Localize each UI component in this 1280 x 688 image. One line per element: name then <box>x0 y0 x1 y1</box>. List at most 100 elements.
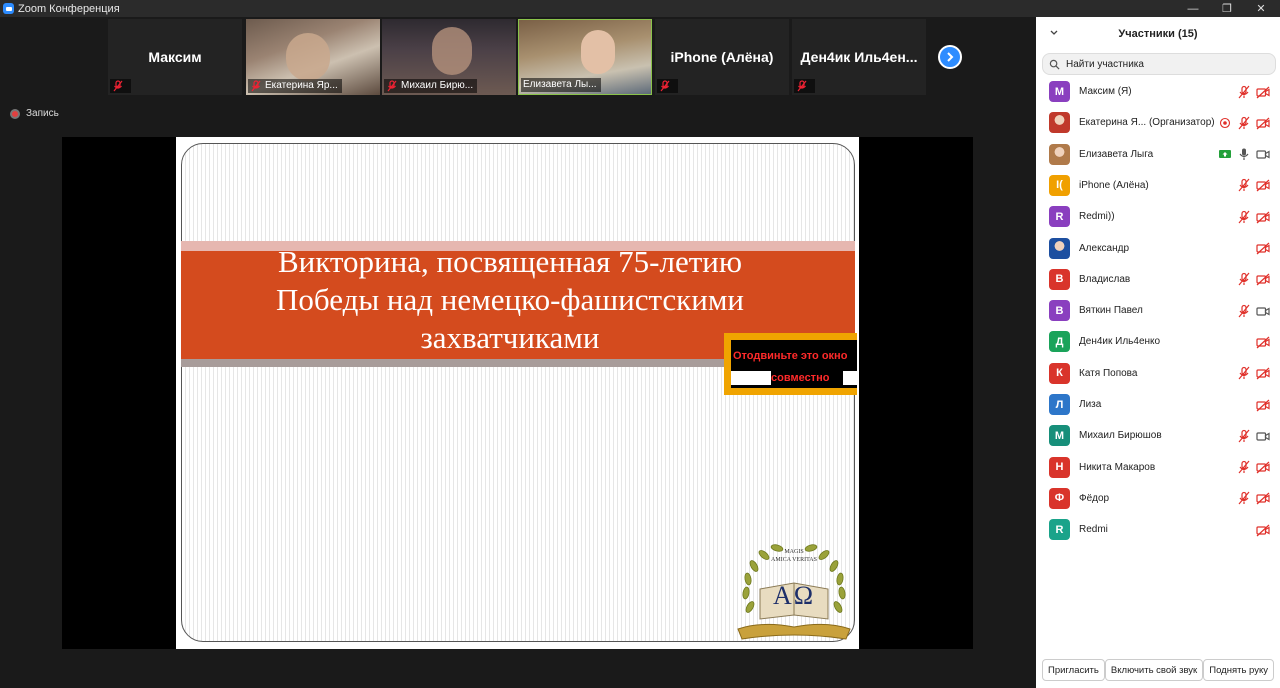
camera-off-icon <box>1256 210 1270 224</box>
mic-muted-icon <box>1237 366 1251 380</box>
avatar: Л <box>1049 394 1070 415</box>
participant-name: Александр <box>1079 242 1130 254</box>
avatar: Н <box>1049 456 1070 478</box>
avatar: М <box>1049 81 1070 102</box>
participant-name: Лиза <box>1079 399 1102 410</box>
screen-share-view: Викторина, посвященная 75-летию Победы н… <box>62 137 973 649</box>
camera-off-icon <box>1256 491 1270 505</box>
participant-row[interactable]: В Владислав <box>1036 264 1280 295</box>
chevron-down-icon[interactable] <box>1048 27 1060 39</box>
camera-off-icon <box>1256 272 1270 286</box>
chevron-right-icon <box>947 52 954 62</box>
mic-muted-icon <box>1237 429 1251 443</box>
participant-name: Никита Макаров <box>1079 461 1156 473</box>
participant-name: Вяткин Павел <box>1079 305 1143 317</box>
record-icon <box>10 108 20 119</box>
camera-icon <box>1256 429 1270 443</box>
participant-name: Фёдор <box>1079 492 1110 504</box>
camera-icon <box>1256 147 1270 161</box>
tile-name: Ден4ик Иль4ен... <box>800 49 918 65</box>
search-icon <box>1049 59 1060 70</box>
mic-muted-icon <box>1237 116 1251 130</box>
participant-row[interactable]: Д Ден4ик Иль4енко <box>1036 326 1280 357</box>
avatar: К <box>1049 362 1070 384</box>
avatar: Д <box>1049 331 1070 353</box>
mic-muted-icon <box>1237 460 1251 474</box>
video-tile-iphone[interactable]: iPhone (Алёна) <box>655 19 789 95</box>
tile-name: Максим <box>148 49 202 65</box>
participant-row[interactable]: М Максим (Я) <box>1036 76 1280 107</box>
avatar: В <box>1049 300 1070 322</box>
participant-row[interactable]: К Катя Попова <box>1036 358 1280 389</box>
participant-video <box>286 33 330 81</box>
participant-video <box>581 30 615 74</box>
participant-name: Екатерина Я... (Организатор) <box>1079 117 1215 129</box>
tile-label <box>110 79 131 93</box>
camera-off-icon <box>1256 241 1270 255</box>
unmute-button[interactable]: Включить свой звук <box>1104 659 1204 681</box>
participant-name: iPhone (Алёна) <box>1079 179 1149 191</box>
camera-off-icon <box>1256 523 1270 537</box>
participant-video <box>432 27 472 75</box>
tile-name: iPhone (Алёна) <box>670 49 774 65</box>
tile-label <box>794 79 815 93</box>
participant-row[interactable]: Н Никита Макаров <box>1036 452 1280 483</box>
participant-name: Елизавета Лыга <box>1079 148 1154 160</box>
tile-label <box>657 79 678 93</box>
tile-label: Елизавета Лы... <box>521 78 601 92</box>
mic-muted-icon <box>1237 304 1251 318</box>
next-page-button[interactable] <box>938 45 962 69</box>
participant-row[interactable]: R Redmi)) <box>1036 201 1280 232</box>
participant-row[interactable]: I( iPhone (Алёна) <box>1036 170 1280 201</box>
camera-off-icon <box>1256 366 1270 380</box>
camera-off-icon <box>1256 178 1270 192</box>
participant-row[interactable]: М Михаил Бирюшов <box>1036 420 1280 451</box>
avatar: В <box>1049 268 1070 290</box>
recording-indicator: Запись <box>10 108 59 119</box>
camera-off-icon <box>1256 85 1270 99</box>
video-tile-elizaveta[interactable]: Елизавета Лы... <box>518 19 652 95</box>
presentation-slide: Викторина, посвященная 75-летию Победы н… <box>176 137 859 649</box>
camera-off-icon <box>1256 116 1270 130</box>
minimize-icon[interactable]: — <box>1176 0 1210 17</box>
tile-label: Михаил Бирю... <box>384 79 478 93</box>
video-tile-ekaterina[interactable]: Екатерина Яр... <box>246 19 380 95</box>
mic-muted-icon <box>1237 178 1251 192</box>
avatar <box>1049 112 1070 134</box>
camera-icon <box>1256 304 1270 318</box>
avatar: R <box>1049 206 1070 228</box>
move-window-notice: Отодвиньте это окно совместно <box>724 333 857 395</box>
mic-muted-icon <box>250 80 262 92</box>
avatar <box>1049 237 1070 259</box>
recording-icon <box>1218 116 1232 130</box>
video-tile-maksim[interactable]: Максим <box>108 19 242 95</box>
avatar <box>1049 143 1070 165</box>
zoom-logo-icon <box>3 3 14 14</box>
camera-off-icon <box>1256 460 1270 474</box>
screen-share-icon <box>1218 147 1232 161</box>
mic-muted-icon <box>796 80 808 92</box>
participant-name: Максим (Я) <box>1079 86 1132 97</box>
invite-button[interactable]: Пригласить <box>1042 659 1105 681</box>
participant-row[interactable]: R Redmi <box>1036 514 1280 545</box>
avatar: М <box>1049 425 1070 447</box>
participant-search-input[interactable]: Найти участника <box>1042 53 1276 75</box>
avatar: I( <box>1049 174 1070 196</box>
participant-row[interactable]: Екатерина Я... (Организатор) <box>1036 107 1280 138</box>
video-tile-mikhail[interactable]: Михаил Бирю... <box>382 19 516 95</box>
participant-row[interactable]: Ф Фёдор <box>1036 483 1280 514</box>
participant-row[interactable]: Л Лиза <box>1036 389 1280 420</box>
close-icon[interactable]: ✕ <box>1244 0 1278 17</box>
maximize-icon[interactable]: ❐ <box>1210 0 1244 17</box>
participant-row[interactable]: В Вяткин Павел <box>1036 295 1280 326</box>
mic-muted-icon <box>659 80 671 92</box>
participant-row[interactable]: Елизавета Лыга <box>1036 139 1280 170</box>
mic-muted-icon <box>1237 85 1251 99</box>
mic-muted-icon <box>1237 210 1251 224</box>
participant-name: Владислав <box>1079 273 1131 285</box>
meeting-area: Максим Екатерина Яр... Михаил Бирю... Ел… <box>0 17 1036 688</box>
mic-muted-icon <box>112 80 124 92</box>
raise-hand-button[interactable]: Поднять руку <box>1203 659 1274 681</box>
participant-row[interactable]: Александр <box>1036 233 1280 264</box>
video-tile-den4ik[interactable]: Ден4ик Иль4ен... <box>792 19 926 95</box>
